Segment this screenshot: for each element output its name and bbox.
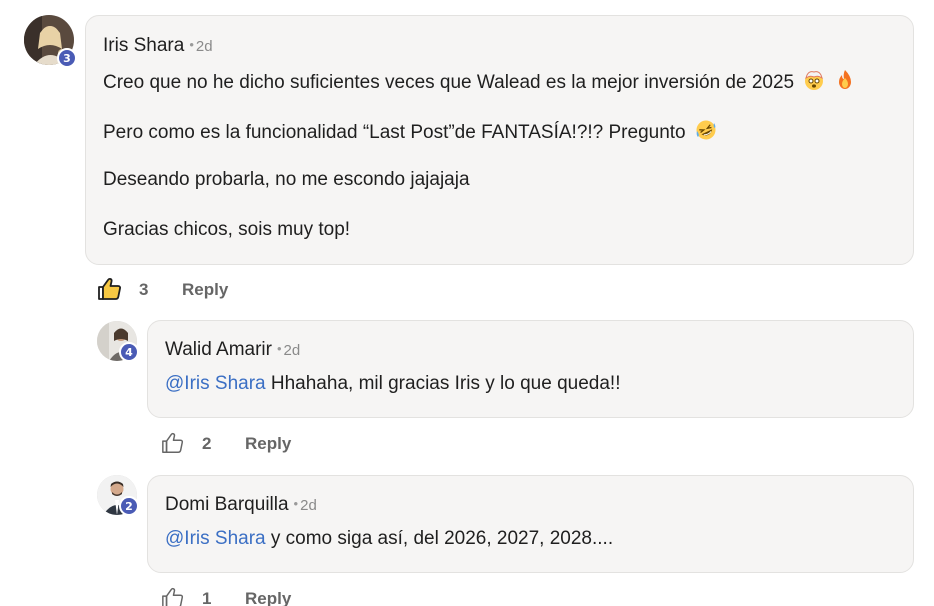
timestamp: 2d: [300, 497, 317, 514]
comment-actions: 2 Reply: [161, 431, 361, 457]
comment-walid-amarir: 4 Walid Amarir • 2d @Iris Shara Hhahaha, m…: [0, 310, 934, 465]
separator-dot: •: [276, 341, 282, 356]
comment-iris-shara: 3 Iris Shara • 2d Creo que no he dicho suf…: [0, 0, 934, 310]
like-count: 3: [139, 280, 149, 299]
comment-bubble: Walid Amarir • 2d @Iris Shara Hhahaha, mil…: [147, 320, 914, 418]
comment-paragraph: Pero como es la funcionalidad “Last Post…: [103, 119, 717, 147]
reply-button[interactable]: Reply: [245, 434, 291, 454]
comment-text: Deseando probarla, no me escondo jajajaj…: [103, 169, 470, 190]
comment-text: Gracias chicos, sois muy top!: [103, 219, 351, 240]
level-badge: 2: [119, 496, 139, 516]
comment-text: Hhahaha, mil gracias Iris y lo que queda…: [265, 373, 621, 394]
level-badge: 3: [57, 48, 77, 68]
separator-dot: •: [293, 496, 299, 511]
timestamp: 2d: [283, 342, 301, 359]
comment-domi-barquilla: 2 Domi Barquilla • 2d @Iris Shara y como s…: [0, 465, 934, 606]
comment-text: Creo que no he dicho suficientes veces q…: [103, 72, 795, 93]
reply-button[interactable]: Reply: [182, 280, 228, 300]
level-badge: 4: [119, 342, 139, 362]
comment-text: y como siga así, del 2026, 2027, 2028...…: [265, 528, 614, 549]
separator-dot: •: [189, 37, 194, 52]
thumbs-up-icon-filled[interactable]: [97, 277, 123, 306]
thumbs-up-icon[interactable]: [161, 586, 185, 606]
author-name[interactable]: Iris Shara: [103, 35, 184, 56]
author-name[interactable]: Walid Amarir: [165, 339, 272, 360]
comment-actions: 1 Reply: [161, 586, 361, 606]
comment-paragraph: @Iris Shara Hhahaha, mil gracias Iris y …: [165, 373, 620, 395]
fire-emoji: [835, 69, 855, 97]
author-name[interactable]: Domi Barquilla: [165, 494, 289, 515]
thumbs-up-icon[interactable]: [161, 431, 185, 460]
comment-paragraph: Deseando probarla, no me escondo jajajaj…: [103, 169, 470, 191]
reply-button[interactable]: Reply: [245, 589, 291, 606]
mention-link[interactable]: @Iris Shara: [165, 528, 266, 549]
comment-actions: 3 Reply: [97, 277, 297, 303]
mention-link[interactable]: @Iris Shara: [165, 373, 266, 394]
comment-paragraph: Creo que no he dicho suficientes veces q…: [103, 69, 855, 97]
timestamp: 2d: [195, 38, 213, 55]
rofl-emoji: [695, 119, 717, 147]
comment-bubble: Iris Shara • 2d Creo que no he dicho sufic…: [85, 15, 914, 265]
comment-text: Pero como es la funcionalidad “Last Post…: [103, 122, 686, 143]
exploding-head-emoji: [803, 69, 825, 97]
comment-paragraph: @Iris Shara y como siga así, del 2026, 2…: [165, 528, 613, 550]
like-count: 2: [202, 434, 212, 453]
comment-bubble: Domi Barquilla • 2d @Iris Shara y como sig…: [147, 475, 914, 573]
like-count: 1: [202, 589, 212, 606]
comment-paragraph: Gracias chicos, sois muy top!: [103, 219, 350, 241]
